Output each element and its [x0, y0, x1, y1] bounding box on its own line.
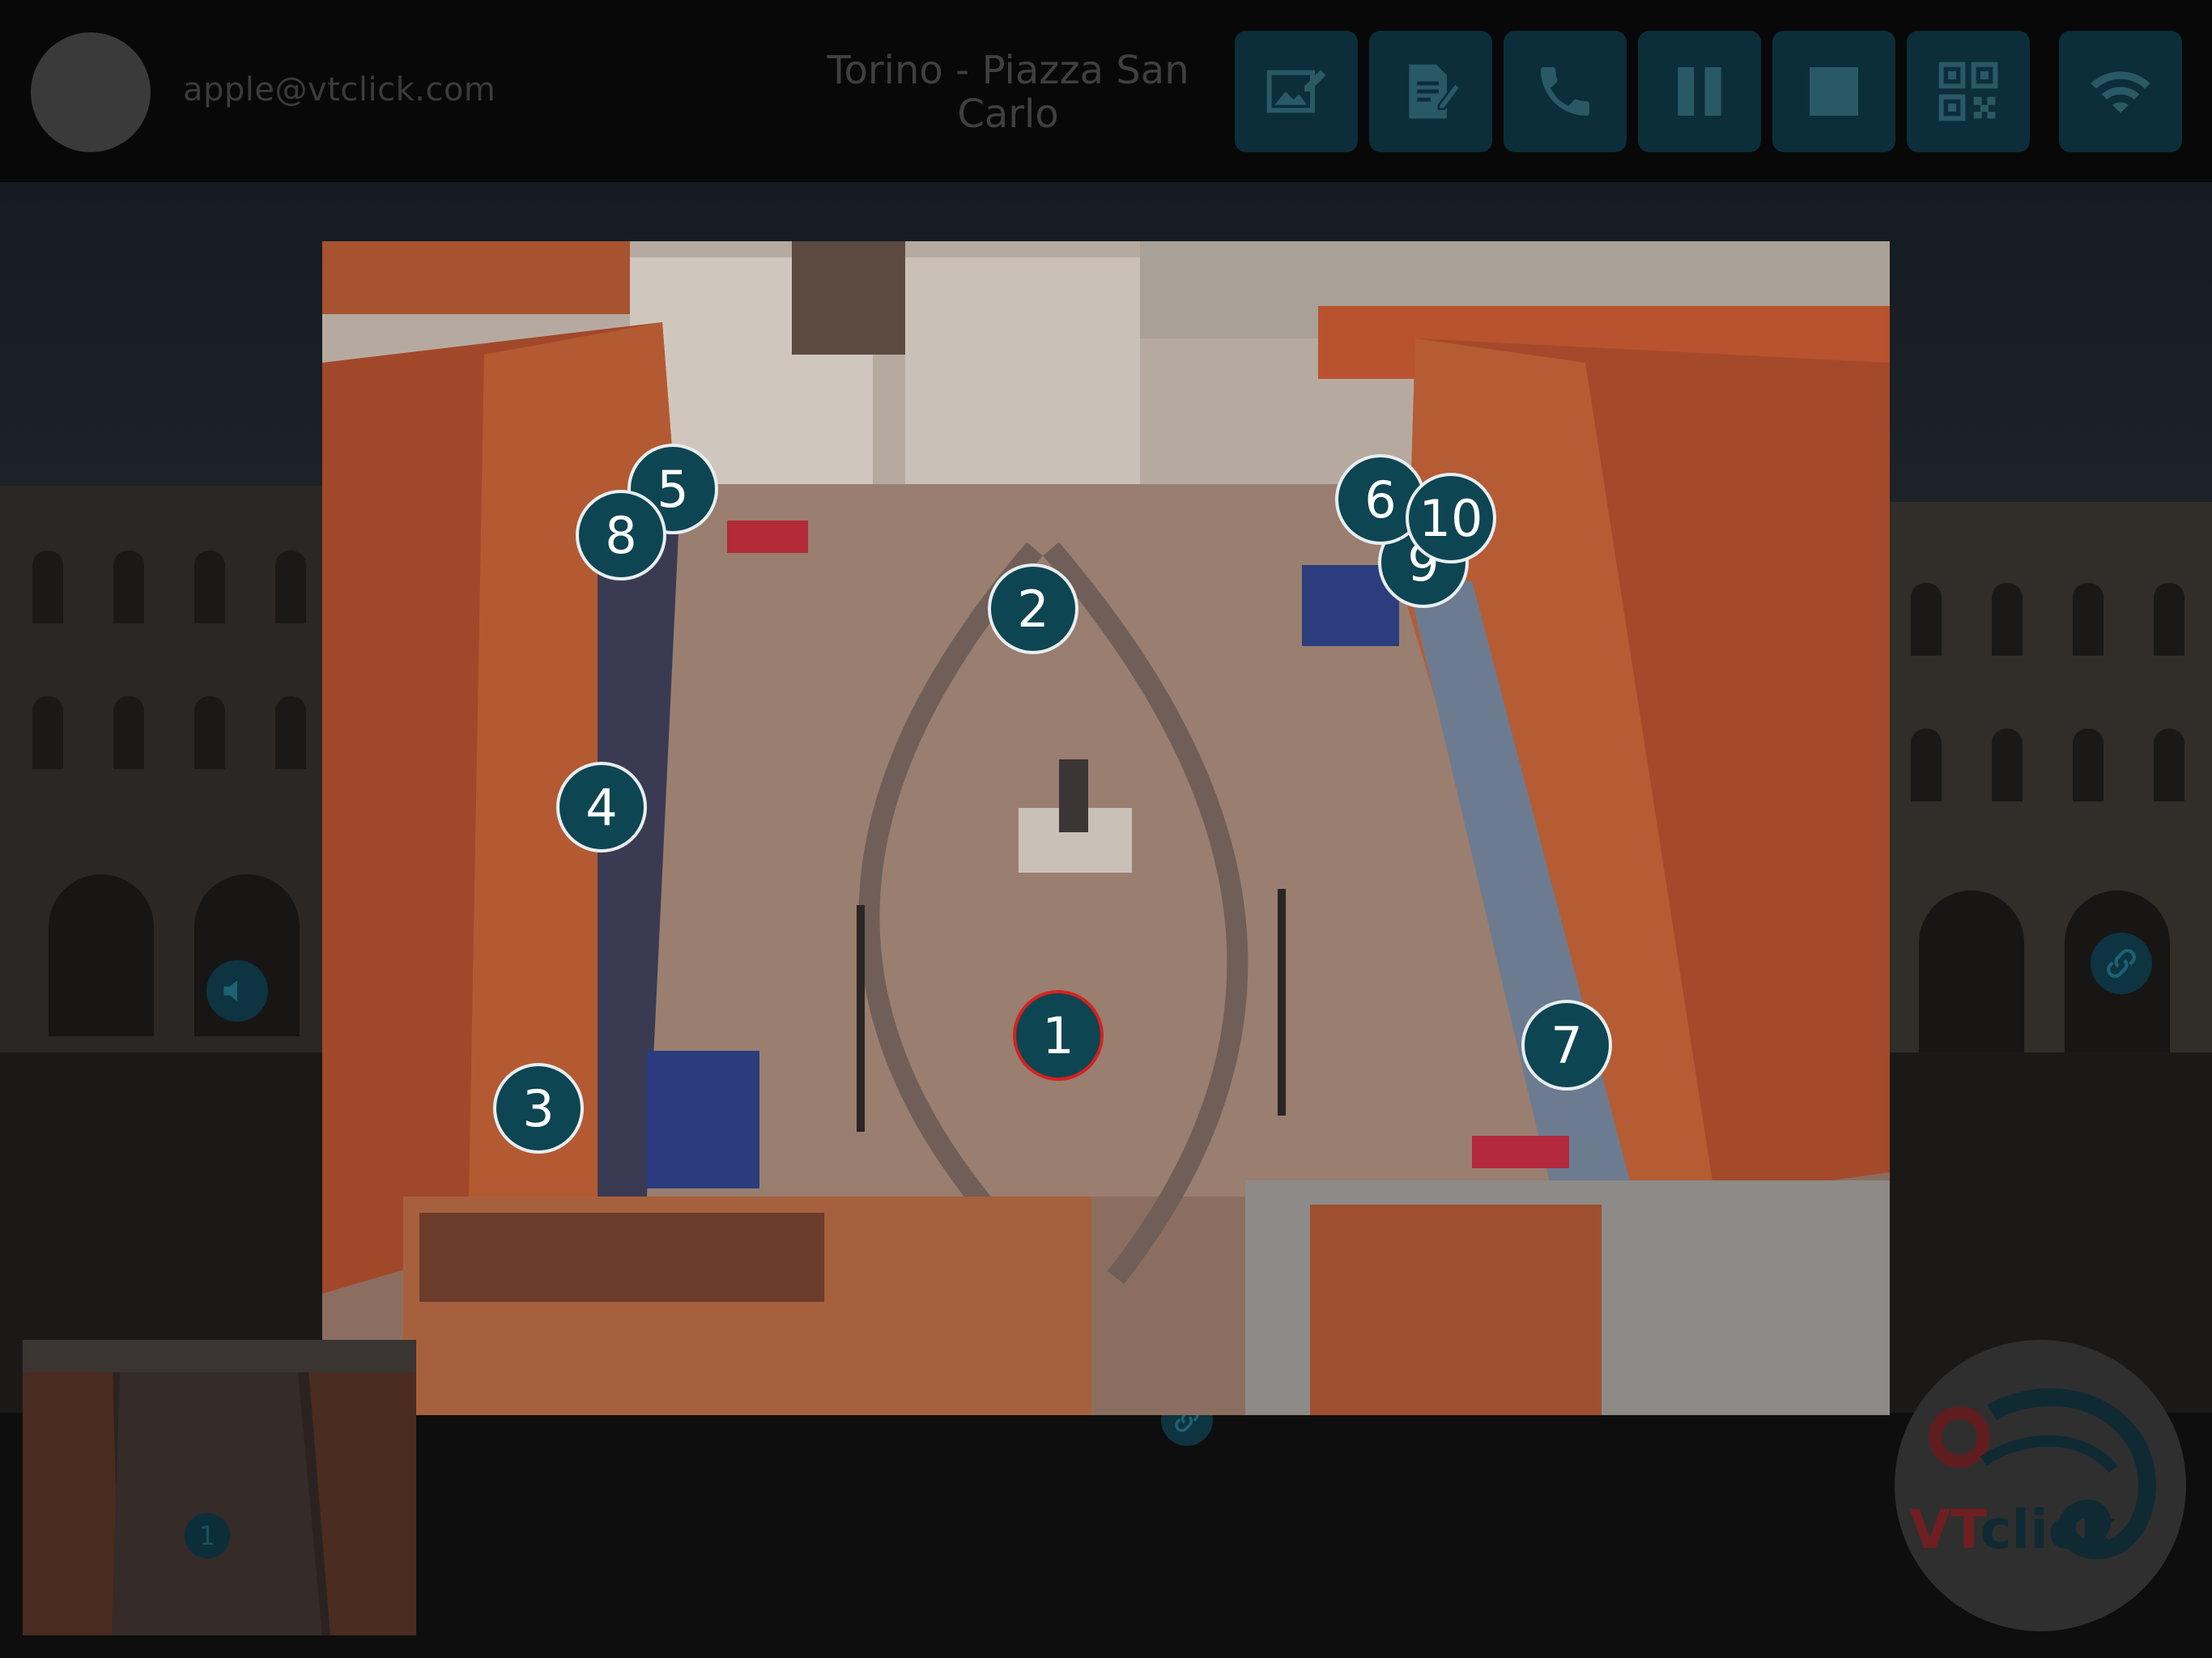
- map-marker-3[interactable]: 3: [493, 1063, 584, 1154]
- phone-icon: [1541, 67, 1589, 116]
- qr-code-button[interactable]: [1907, 31, 2030, 152]
- call-button[interactable]: [1504, 31, 1627, 152]
- map-marker-1[interactable]: 1: [1013, 990, 1104, 1081]
- background-building-left: [0, 486, 332, 1052]
- stop-button[interactable]: [1772, 31, 1895, 152]
- avatar[interactable]: [31, 32, 151, 152]
- wifi-button[interactable]: [2059, 31, 2182, 152]
- logo-click-text: click: [1980, 1499, 2116, 1561]
- document-edit-icon: [1409, 64, 1462, 119]
- map-marker-7[interactable]: 7: [1521, 1000, 1612, 1090]
- pause-button[interactable]: [1638, 31, 1761, 152]
- image-annotate-button[interactable]: [1235, 31, 1358, 152]
- background-building-right: [1887, 502, 2212, 1069]
- map-marker-4[interactable]: 4: [556, 762, 647, 852]
- document-edit-button[interactable]: [1369, 31, 1492, 152]
- stop-icon: [1810, 67, 1858, 116]
- chameleon-icon: [1929, 1388, 2156, 1560]
- aerial-photo: [322, 241, 1890, 1415]
- floor-map[interactable]: 1 2 3 4 9 5 8 6 10 7: [322, 241, 1890, 1415]
- minimap-thumbnail: [23, 1340, 416, 1635]
- link-icon: [2107, 949, 2136, 978]
- pause-icon: [1678, 67, 1721, 116]
- minimap-marker[interactable]: 1: [185, 1513, 230, 1558]
- map-marker-2[interactable]: 2: [988, 563, 1078, 654]
- map-marker-10[interactable]: 10: [1406, 473, 1496, 563]
- page-title: Torino - Piazza San Carlo: [827, 48, 1189, 137]
- audio-toggle-button[interactable]: [206, 960, 268, 1022]
- qr-code-icon: [1938, 62, 1998, 121]
- top-bar: apple@vtclick.com Torino - Piazza San Ca…: [0, 0, 2212, 182]
- user-email: apple@vtclick.com: [183, 71, 496, 108]
- minimap[interactable]: 1: [23, 1340, 416, 1635]
- logo-vt-text: VT: [1909, 1499, 1980, 1561]
- link-hotspot-right[interactable]: [2091, 933, 2152, 994]
- logo-wordmark: VTclick: [1909, 1499, 2116, 1561]
- vtclick-logo: VTclick: [1895, 1340, 2186, 1631]
- map-marker-8[interactable]: 8: [576, 490, 666, 580]
- wifi-icon: [2091, 71, 2150, 113]
- image-edit-icon: [1266, 70, 1326, 113]
- speaker-icon: [223, 980, 237, 1001]
